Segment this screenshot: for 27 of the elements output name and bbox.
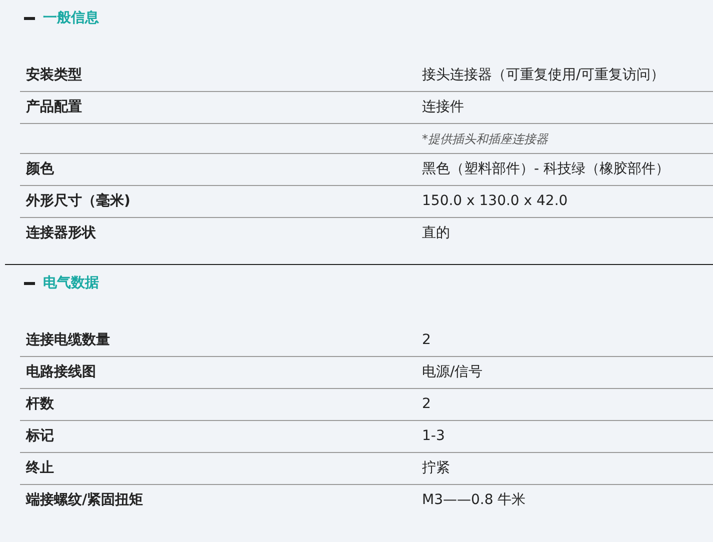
spec-label: 颜色 <box>24 160 55 179</box>
spec-value: 拧紧 <box>422 459 451 478</box>
spec-label: 电路接线图 <box>25 363 97 382</box>
spec-label: 端接螺纹/紧固扭矩 <box>24 491 144 510</box>
spec-label: 产品配置 <box>25 98 83 117</box>
section-title: 电气数据 <box>43 276 99 290</box>
spec-value: 接头连接器（可重复使用/可重复访问） <box>422 66 666 84</box>
spec-value: 2 <box>422 330 432 350</box>
spec-value: 150.0 x 130.0 x 42.0 <box>422 192 569 211</box>
spec-value: 直的 <box>422 224 451 243</box>
spec-label: 标记 <box>24 427 55 446</box>
spec-note: *提供插头和插座连接器 <box>422 130 550 148</box>
spec-label: 安装类型 <box>25 66 83 84</box>
spec-value: 2 <box>422 395 432 414</box>
minus-icon[interactable] <box>24 282 34 284</box>
spec-label: 外形尺寸（毫米) <box>24 192 132 211</box>
spec-value: 1-3 <box>422 427 446 446</box>
spec-label: 连接电缆数量 <box>25 330 111 350</box>
spec-label: 连接器形状 <box>25 224 97 243</box>
spec-value: 黑色（塑料部件）- 科技绿（橡胶部件） <box>422 160 671 179</box>
spec-label: 终止 <box>24 459 55 478</box>
section-title: 一般信息 <box>43 11 99 25</box>
spec-value: M3——0.8 牛米 <box>422 491 527 510</box>
spec-value: 电源/信号 <box>422 363 484 382</box>
spec-value: 连接件 <box>422 98 465 117</box>
minus-icon[interactable] <box>24 16 34 20</box>
spec-label: 杆数 <box>24 395 55 414</box>
